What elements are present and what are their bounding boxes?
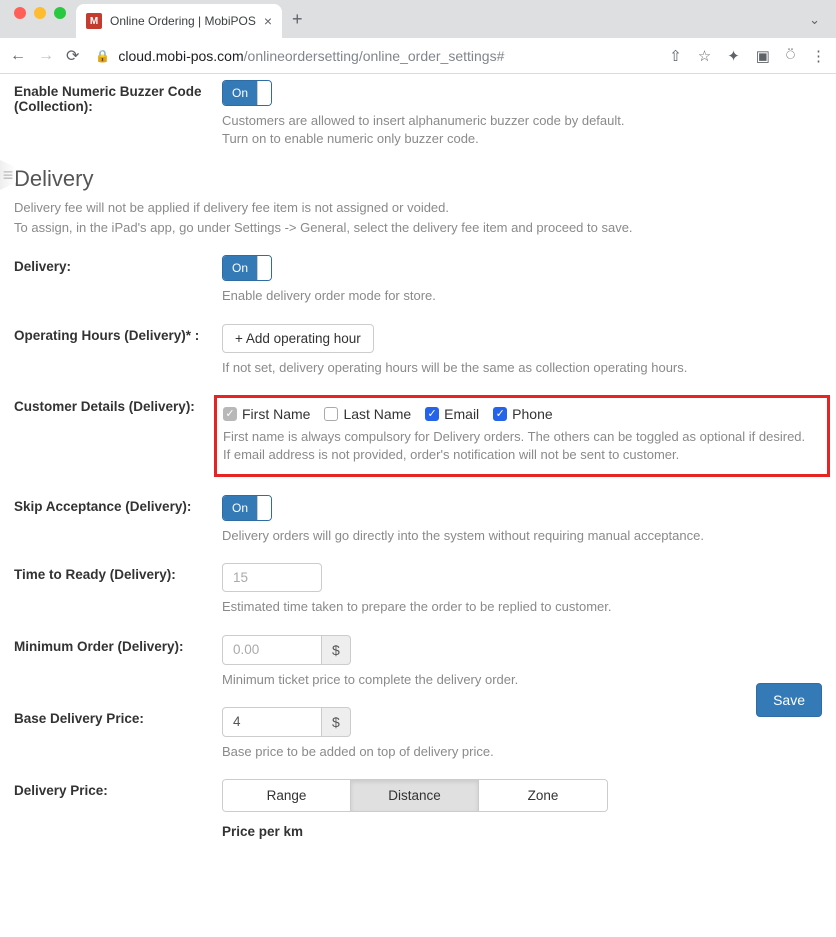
check-icon[interactable]: ✓ — [493, 407, 507, 421]
profile-icon[interactable]: ⍥ — [786, 47, 795, 64]
seg-range[interactable]: Range — [223, 780, 351, 811]
check-icon: ✓ — [223, 407, 237, 421]
add-operating-hour-button[interactable]: + Add operating hour — [222, 324, 374, 353]
minimize-window-icon[interactable] — [34, 7, 46, 19]
address-bar: ← → ⟳ 🔒 cloud.mobi-pos.com/onlineorderse… — [0, 38, 836, 74]
delivery-price-segmented: Range Distance Zone — [222, 779, 608, 812]
checkbox-email[interactable]: ✓ Email — [425, 406, 479, 422]
min-order-label: Minimum Order (Delivery): — [14, 635, 222, 654]
window-controls — [8, 7, 76, 31]
share-icon[interactable]: ⇧ — [669, 47, 682, 65]
delivery-hint: Enable delivery order mode for store. — [222, 287, 822, 305]
menu-icon[interactable]: ⋮ — [811, 47, 826, 65]
url-input[interactable]: 🔒 cloud.mobi-pos.com/onlineordersetting/… — [91, 48, 657, 64]
panel-icon[interactable]: ▣ — [756, 47, 770, 65]
buzzer-toggle[interactable]: On — [222, 80, 272, 106]
price-per-km-label: Price per km — [222, 824, 822, 839]
tab-favicon-icon: M — [86, 13, 102, 29]
check-icon[interactable]: ✓ — [425, 407, 439, 421]
base-price-input[interactable] — [222, 707, 322, 737]
back-button[interactable]: ← — [10, 47, 26, 65]
base-price-label: Base Delivery Price: — [14, 707, 222, 726]
delivery-label: Delivery: — [14, 255, 222, 274]
seg-zone[interactable]: Zone — [479, 780, 607, 811]
bookmark-icon[interactable]: ☆ — [698, 47, 711, 65]
skip-hint: Delivery orders will go directly into th… — [222, 527, 822, 545]
browser-tab-strip: M Online Ordering | MobiPOS × + ⌄ — [0, 0, 836, 38]
url-text: cloud.mobi-pos.com/onlineordersetting/on… — [118, 48, 504, 64]
extensions-icon[interactable]: ✦ — [727, 47, 740, 65]
min-order-hint: Minimum ticket price to complete the del… — [222, 671, 822, 689]
delivery-toggle[interactable]: On — [222, 255, 272, 281]
currency-addon: $ — [322, 635, 351, 665]
base-price-hint: Base price to be added on top of deliver… — [222, 743, 822, 761]
save-button[interactable]: Save — [756, 683, 822, 717]
new-tab-button[interactable]: + — [282, 9, 313, 38]
forward-button: → — [38, 47, 54, 65]
settings-page: ≡ Enable Numeric Buzzer Code (Collection… — [0, 74, 836, 937]
tab-title: Online Ordering | MobiPOS — [110, 14, 256, 28]
currency-addon: $ — [322, 707, 351, 737]
maximize-window-icon[interactable] — [54, 7, 66, 19]
lock-icon: 🔒 — [95, 49, 110, 63]
seg-distance[interactable]: Distance — [351, 780, 479, 811]
customer-details-label: Customer Details (Delivery): — [14, 395, 222, 414]
op-hours-hint: If not set, delivery operating hours wil… — [222, 359, 822, 377]
min-order-input[interactable] — [222, 635, 322, 665]
skip-acceptance-toggle[interactable]: On — [222, 495, 272, 521]
checkbox-icon[interactable] — [324, 407, 338, 421]
buzzer-label: Enable Numeric Buzzer Code (Collection): — [14, 80, 222, 114]
checkbox-last-name[interactable]: Last Name — [324, 406, 411, 422]
delivery-section-desc: Delivery fee will not be applied if deli… — [14, 198, 822, 237]
customer-details-highlight: ✓ First Name Last Name ✓ Email ✓ Phone — [214, 395, 830, 477]
delivery-section-title: Delivery — [14, 166, 822, 192]
reload-button[interactable]: ⟳ — [66, 46, 79, 66]
op-hours-label: Operating Hours (Delivery)* : — [14, 324, 222, 343]
ttr-label: Time to Ready (Delivery): — [14, 563, 222, 582]
buzzer-hint: Customers are allowed to insert alphanum… — [222, 112, 822, 148]
checkbox-phone[interactable]: ✓ Phone — [493, 406, 552, 422]
customer-details-hint: First name is always compulsory for Deli… — [223, 428, 821, 464]
delivery-price-label: Delivery Price: — [14, 779, 222, 798]
ttr-hint: Estimated time taken to prepare the orde… — [222, 598, 822, 616]
time-to-ready-input[interactable] — [222, 563, 322, 592]
tab-list-chevron-icon[interactable]: ⌄ — [801, 12, 828, 38]
close-tab-icon[interactable]: × — [264, 13, 272, 29]
close-window-icon[interactable] — [14, 7, 26, 19]
checkbox-first-name: ✓ First Name — [223, 406, 310, 422]
skip-label: Skip Acceptance (Delivery): — [14, 495, 222, 514]
browser-tab[interactable]: M Online Ordering | MobiPOS × — [76, 4, 282, 38]
